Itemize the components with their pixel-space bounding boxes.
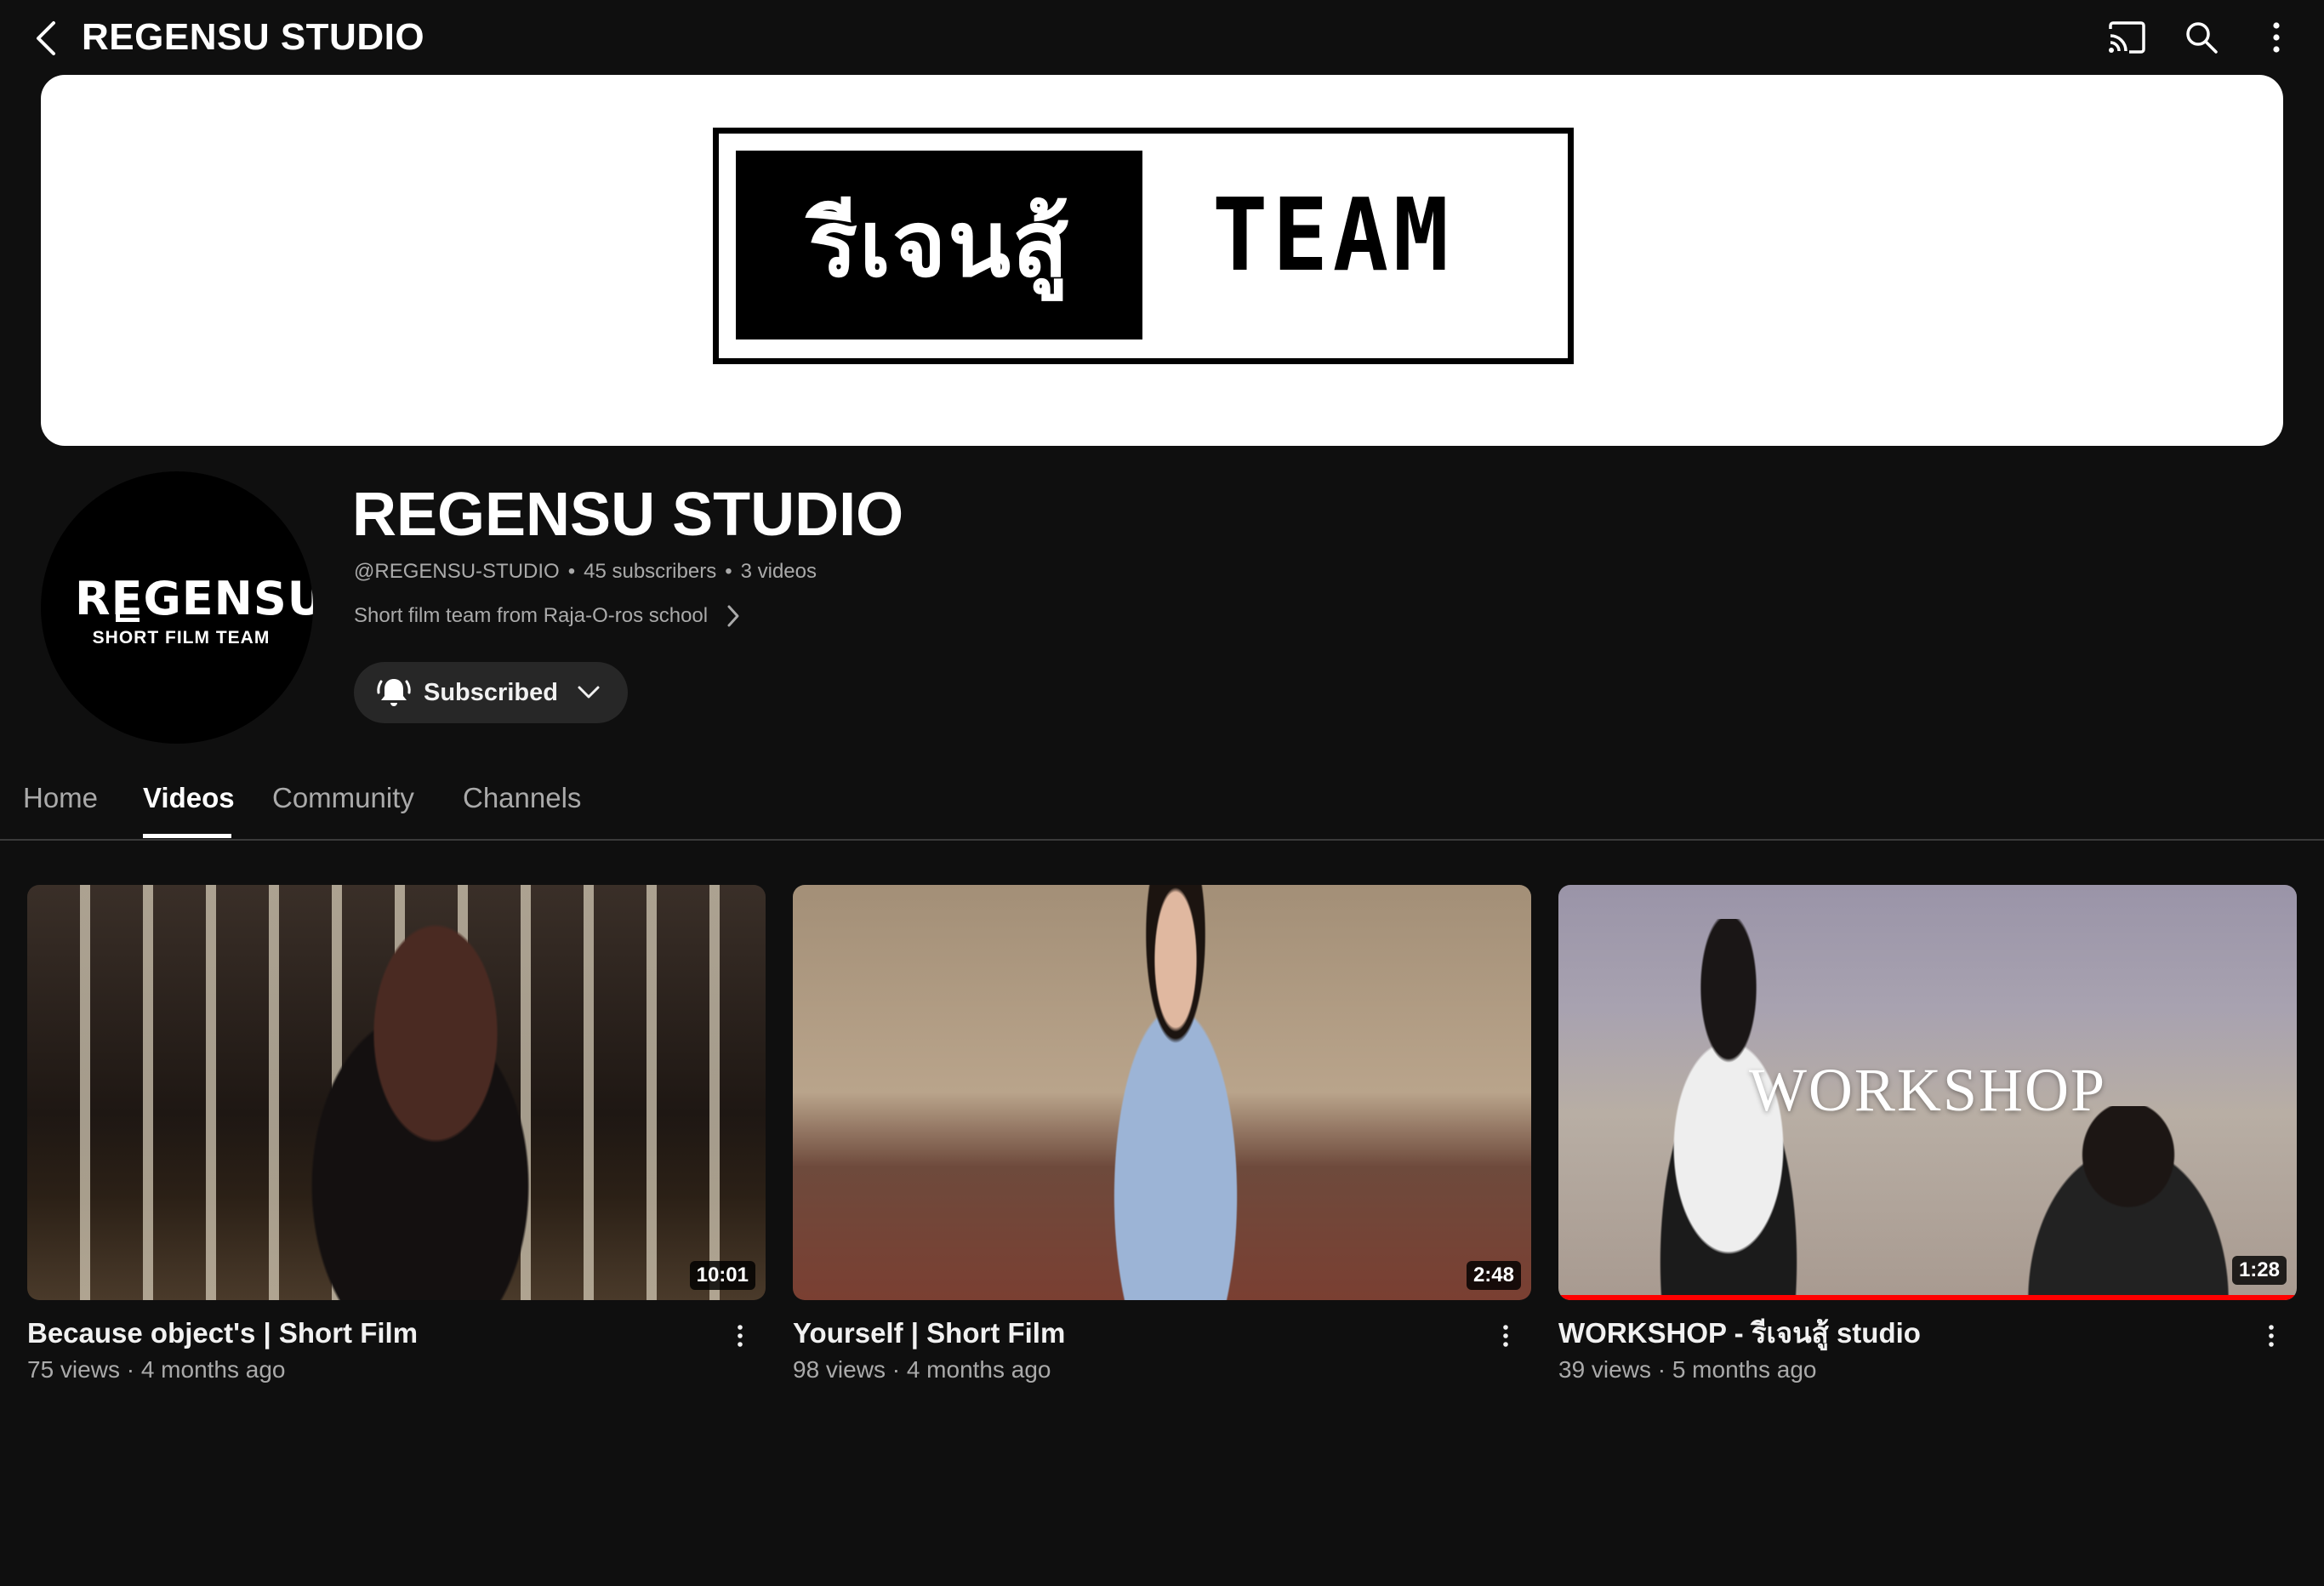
subscribed-button[interactable]: Subscribed — [354, 662, 628, 723]
video-more-button[interactable] — [2254, 1317, 2288, 1355]
thumbnail-subject — [2001, 1106, 2256, 1300]
video-meta: 98 views · 4 months ago — [793, 1356, 1051, 1383]
chevron-right-icon — [727, 605, 739, 627]
chevron-down-icon — [578, 686, 600, 699]
meta-separator: • — [725, 560, 732, 583]
meta-separator: • — [567, 560, 576, 583]
channel-name: REGENSU STUDIO — [352, 481, 904, 549]
video-count: 3 videos — [740, 560, 817, 583]
more-vert-icon — [2273, 22, 2280, 53]
more-vert-icon — [2269, 1325, 2274, 1347]
video-duration: 2:48 — [1466, 1261, 1521, 1290]
tab-videos[interactable]: Videos — [143, 781, 235, 815]
banner-thai-block: รีเจนสู้ — [736, 151, 1142, 339]
cast-button[interactable] — [2101, 12, 2152, 63]
channel-description-link[interactable]: Short film team from Raja-O-ros school — [354, 602, 740, 630]
video-duration: 10:01 — [689, 1261, 755, 1290]
top-app-bar: REGENSU STUDIO — [0, 0, 2324, 75]
video-title[interactable]: WORKSHOP - รีเจนสู้ studio — [1558, 1315, 2239, 1351]
subscribed-label: Subscribed — [424, 678, 558, 706]
video-title[interactable]: Because object's | Short Film — [27, 1315, 708, 1351]
more-vert-icon — [1503, 1325, 1508, 1347]
video-thumbnail[interactable]: 2:48 — [793, 885, 1531, 1300]
back-arrow-icon — [37, 21, 55, 55]
active-tab-indicator — [143, 834, 231, 838]
avatar-logo-text: REGENSU — [75, 572, 313, 625]
video-thumbnail[interactable]: 10:01 — [27, 885, 766, 1300]
thumbnail-subject — [1074, 885, 1278, 1300]
channel-meta: @REGENSU-STUDIO • 45 subscribers • 3 videos — [354, 558, 817, 585]
watch-progress-bar — [1558, 1295, 2297, 1300]
banner-thai-text: รีเจนสู้ — [808, 191, 1070, 298]
video-title[interactable]: Yourself | Short Film — [793, 1315, 1473, 1351]
video-more-button[interactable] — [723, 1317, 757, 1355]
channel-description: Short film team from Raja-O-ros school — [354, 604, 709, 627]
cast-icon — [2109, 21, 2145, 54]
tab-channels[interactable]: Channels — [463, 781, 581, 815]
more-vert-icon — [738, 1325, 743, 1347]
video-more-button[interactable] — [1489, 1317, 1523, 1355]
channel-handle: @REGENSU-STUDIO — [354, 560, 560, 583]
thumbnail-overlay-text: WORKSHOP — [1748, 1056, 2107, 1124]
search-icon — [2186, 22, 2218, 54]
channel-avatar[interactable]: REGENSU SHORT FILM TEAM — [41, 471, 313, 744]
channel-tabs: Home Videos Community Channels — [0, 766, 2324, 841]
banner-team-text: TEAM — [1212, 176, 1454, 294]
channel-banner: รีเจนสู้ TEAM — [41, 75, 2283, 446]
tab-home[interactable]: Home — [23, 781, 98, 815]
tab-community[interactable]: Community — [272, 781, 414, 815]
app-bar-title: REGENSU STUDIO — [82, 16, 425, 58]
bell-ringing-icon — [377, 679, 411, 706]
more-options-button[interactable] — [2251, 12, 2302, 63]
subscriber-count: 45 subscribers — [584, 560, 717, 583]
video-meta: 39 views · 5 months ago — [1558, 1356, 1817, 1383]
banner-logo-frame: รีเจนสู้ TEAM — [713, 128, 1574, 364]
back-button[interactable] — [19, 10, 75, 66]
search-button[interactable] — [2176, 12, 2227, 63]
video-duration: 1:28 — [2231, 1256, 2287, 1285]
avatar-logo-subtext: SHORT FILM TEAM — [92, 628, 271, 648]
video-thumbnail[interactable]: WORKSHOP 1:28 — [1558, 885, 2297, 1300]
video-meta: 75 views · 4 months ago — [27, 1356, 286, 1383]
thumbnail-subject — [282, 919, 589, 1300]
